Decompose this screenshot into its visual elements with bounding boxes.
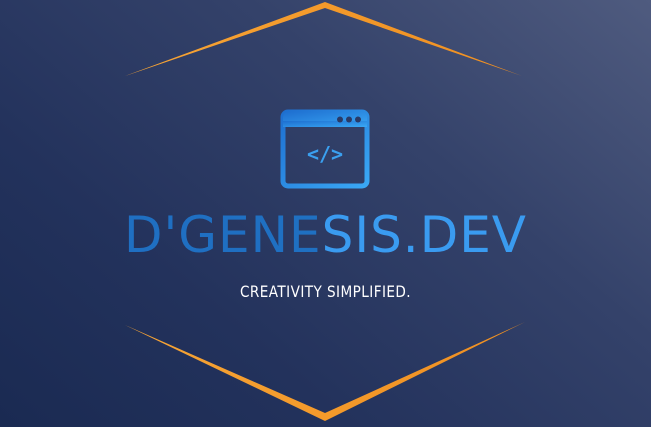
brand-name-part2: SIS.DEV bbox=[321, 206, 527, 264]
bottom-chevron bbox=[125, 322, 525, 421]
top-chevron bbox=[125, 2, 522, 76]
code-glyph: </> bbox=[307, 142, 343, 166]
logo-canvas: </> D'GENESIS.DEV CREATIVITY SIMPLIFIED. bbox=[0, 0, 651, 427]
brand-name-part1: D'GENE bbox=[124, 206, 322, 264]
browser-window-code-icon: </> bbox=[280, 109, 370, 189]
brand-tagline: CREATIVITY SIMPLIFIED. bbox=[239, 282, 412, 301]
brand-wordmark: D'GENESIS.DEV bbox=[0, 200, 651, 270]
